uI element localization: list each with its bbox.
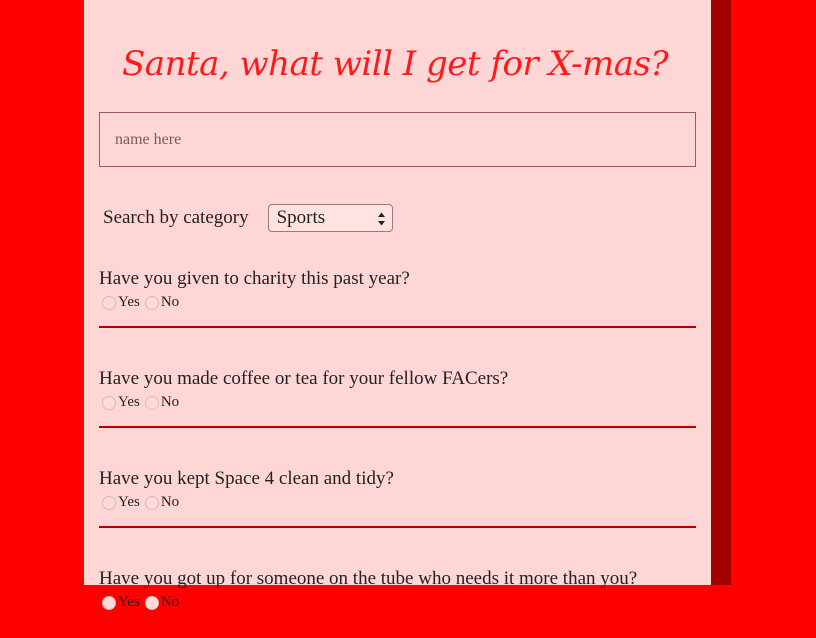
yes-option[interactable]: Yes [102,294,140,311]
yes-label: Yes [118,394,140,410]
category-select-value: Sports [276,207,326,228]
question-text: Have you made coffee or tea for your fel… [99,368,509,389]
no-option[interactable]: No [144,494,180,511]
no-radio[interactable] [144,395,159,410]
question-space4: Have you kept Space 4 clean and tidy? Ye… [99,468,696,538]
yes-radio[interactable] [102,495,116,510]
no-radio[interactable] [144,495,159,510]
no-label: No [160,594,180,610]
name-input[interactable] [99,112,696,167]
question-tube: Have you got up for someone on the tube … [99,568,696,638]
yes-option[interactable]: Yes [102,394,140,411]
no-label: No [160,394,180,410]
yes-label: Yes [118,594,140,610]
yes-radio[interactable] [102,595,116,610]
question-charity: Have you given to charity this past year… [99,268,696,338]
card-shadow [711,0,731,585]
no-radio[interactable] [144,595,159,610]
no-option[interactable]: No [144,394,180,411]
no-radio[interactable] [144,295,159,310]
no-option[interactable]: No [144,294,180,311]
question-coffee: Have you made coffee or tea for your fel… [99,368,696,438]
answer-options: Yes No [102,294,184,311]
no-option[interactable]: No [144,594,180,611]
category-row: Search by category Sports [103,203,393,233]
select-arrows-icon [377,212,385,226]
category-select[interactable]: Sports [267,204,393,232]
page-title: Santa, what will I get for X-mas? [122,44,669,84]
yes-label: Yes [118,294,140,310]
divider [99,526,696,528]
yes-radio[interactable] [102,295,116,310]
form-card: Santa, what will I get for X-mas? Search… [84,0,711,610]
answer-options: Yes No [102,394,184,411]
answer-options: Yes No [102,494,184,511]
yes-label: Yes [118,494,140,510]
no-label: No [160,494,180,510]
yes-option[interactable]: Yes [102,594,140,611]
yes-option[interactable]: Yes [102,494,140,511]
question-text: Have you given to charity this past year… [99,268,410,289]
divider [99,426,696,428]
yes-radio[interactable] [102,395,116,410]
question-text: Have you kept Space 4 clean and tidy? [99,468,394,489]
category-label: Search by category [103,207,249,228]
answer-options: Yes No [102,594,184,611]
divider [99,326,696,328]
no-label: No [160,294,180,310]
question-text: Have you got up for someone on the tube … [99,568,638,589]
